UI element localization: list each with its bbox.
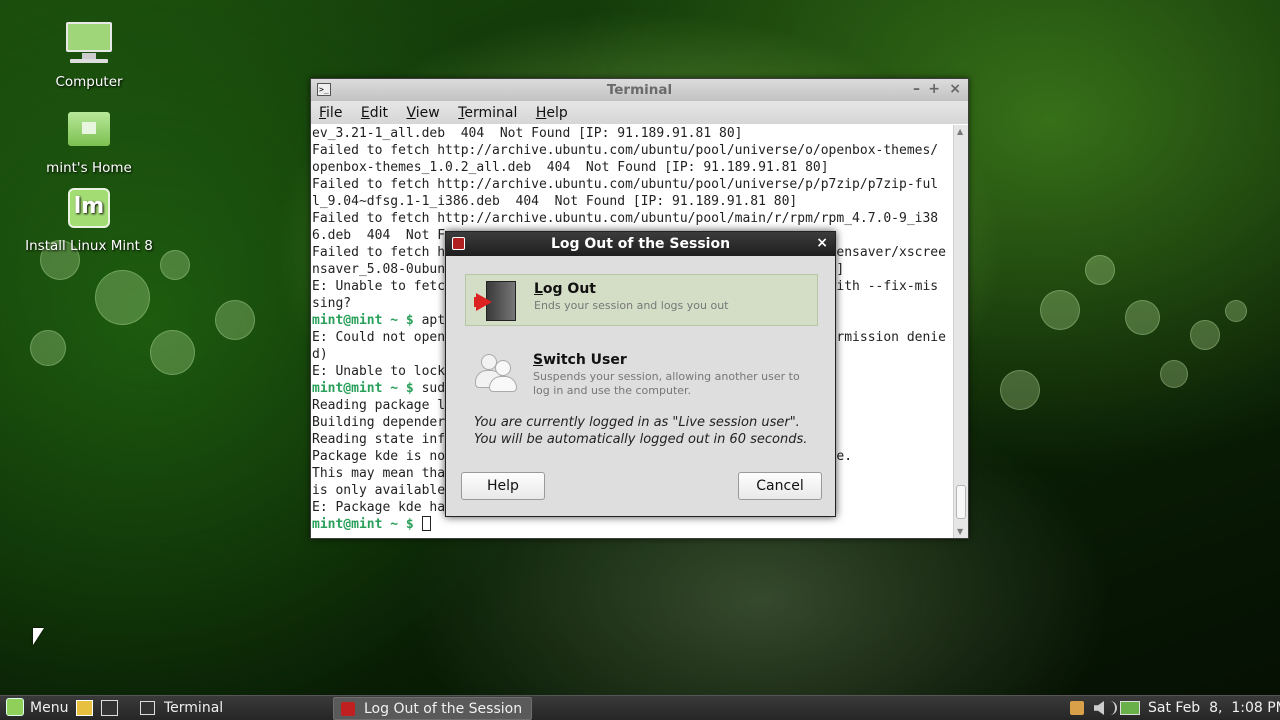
- users-icon: [473, 350, 519, 394]
- mint-menu-icon: [6, 698, 24, 716]
- wallpaper-bokeh: [1160, 360, 1188, 388]
- close-icon[interactable]: ×: [816, 235, 828, 251]
- session-message-line2: You will be automatically logged out in …: [474, 432, 808, 447]
- logout-dialog: Log Out of the Session × Log Out Ends yo…: [445, 231, 836, 517]
- logout-description: Ends your session and logs you out: [534, 299, 729, 312]
- menu-edit[interactable]: Edit: [361, 105, 388, 121]
- wallpaper-bokeh: [150, 330, 195, 375]
- scroll-up-icon[interactable]: ▲: [957, 127, 963, 136]
- desktop-icon-install[interactable]: lm Install Linux Mint 8: [19, 186, 159, 254]
- switch-user-description: Suspends your session, allowing another …: [533, 370, 800, 397]
- session-message-line1: You are currently logged in as "Live ses…: [474, 415, 800, 430]
- terminal-line: Failed to fetch http://archive.ubuntu.co…: [312, 177, 939, 192]
- display-icon[interactable]: [1120, 701, 1140, 715]
- terminal-icon: [140, 701, 155, 715]
- computer-icon: [64, 22, 114, 70]
- cancel-button-label: Cancel: [756, 478, 804, 494]
- cancel-button[interactable]: Cancel: [738, 472, 822, 500]
- wallpaper-bokeh: [1000, 370, 1040, 410]
- wallpaper-bokeh: [1085, 255, 1115, 285]
- mouse-pointer-icon: [33, 628, 44, 645]
- wallpaper-bokeh: [1040, 290, 1080, 330]
- terminal-line: Failed to fetch http://archive.ubuntu.co…: [312, 211, 939, 226]
- help-button-label: Help: [487, 478, 519, 494]
- home-folder-icon: [64, 108, 114, 156]
- shell-prompt: mint@mint ~ $: [312, 313, 414, 328]
- task-logout-dialog[interactable]: Log Out of the Session: [333, 697, 532, 720]
- wallpaper-bokeh: [1190, 320, 1220, 350]
- session-message: You are currently logged in as "Live ses…: [474, 414, 807, 448]
- task-label: Terminal: [164, 700, 224, 716]
- window-title: Terminal: [606, 82, 673, 98]
- terminal-line: ev_3.21-1_all.deb 404 Not Found [IP: 91.…: [312, 126, 743, 141]
- terminal-line: l_9.04~dfsg.1-1_i386.deb 404 Not Found […: [312, 194, 798, 209]
- wallpaper-bokeh: [1225, 300, 1247, 322]
- shell-prompt: mint@mint ~ $: [312, 517, 414, 532]
- scrollbar-thumb[interactable]: [956, 485, 966, 519]
- text-cursor: [421, 516, 431, 531]
- scroll-down-icon[interactable]: ▼: [957, 527, 963, 536]
- switch-user-label: Switch User: [533, 352, 627, 368]
- taskbar: Menu Terminal Log Out of the Session Sat…: [0, 695, 1280, 720]
- text-editor-launcher[interactable]: [76, 700, 93, 716]
- desktop-icon-label: Computer: [55, 74, 123, 90]
- terminal-menubar: File Edit View Terminal Help: [311, 101, 968, 124]
- task-label: Log Out of the Session: [364, 701, 523, 717]
- logout-label: Log Out: [534, 281, 596, 297]
- terminal-launcher-icon: [101, 700, 118, 716]
- shell-prompt: mint@mint ~ $: [312, 381, 414, 396]
- terminal-line: Failed to fetch http://archive.ubuntu.co…: [312, 143, 939, 158]
- menu-file[interactable]: File: [319, 105, 342, 121]
- menu-help[interactable]: Help: [536, 105, 568, 121]
- linux-mint-logo-icon: lm: [64, 186, 114, 234]
- clock[interactable]: Sat Feb 8, 1:08 PM: [1148, 696, 1280, 720]
- desktop-icon-computer[interactable]: Computer: [19, 22, 159, 90]
- wallpaper-bokeh: [215, 300, 255, 340]
- terminal-scrollbar[interactable]: ▲ ▼: [953, 125, 968, 538]
- help-button[interactable]: Help: [461, 472, 545, 500]
- network-icon[interactable]: [1108, 701, 1117, 715]
- dialog-titlebar[interactable]: Log Out of the Session ×: [446, 232, 835, 256]
- terminal-line: mint@mint ~ $: [312, 516, 954, 533]
- menu-label: Menu: [30, 700, 69, 716]
- lock-icon[interactable]: [1070, 701, 1084, 715]
- terminal-launcher[interactable]: [101, 700, 118, 716]
- desktop-icon-home[interactable]: mint's Home: [19, 108, 159, 176]
- logout-door-icon: [474, 279, 520, 323]
- desktop-icon-label: mint's Home: [46, 160, 132, 176]
- task-terminal[interactable]: Terminal: [134, 697, 330, 720]
- wallpaper-bokeh: [95, 270, 150, 325]
- wallpaper-bokeh: [1125, 300, 1160, 335]
- wallpaper-bokeh: [30, 330, 66, 366]
- switch-user-option[interactable]: Switch User Suspends your session, allow…: [465, 346, 818, 398]
- wallpaper-bokeh: [160, 250, 190, 280]
- logout-icon: [341, 702, 355, 716]
- minimize-icon[interactable]: –: [913, 81, 920, 97]
- logout-option[interactable]: Log Out Ends your session and logs you o…: [465, 274, 818, 326]
- terminal-titlebar[interactable]: >_ Terminal – + ×: [311, 79, 968, 101]
- menu-terminal[interactable]: Terminal: [458, 105, 517, 121]
- terminal-line: openbox-themes_1.0.2_all.deb 404 Not Fou…: [312, 160, 829, 175]
- close-icon[interactable]: ×: [949, 81, 961, 97]
- text-editor-icon: [76, 700, 93, 716]
- menu-button[interactable]: Menu: [6, 696, 68, 720]
- menu-view[interactable]: View: [406, 105, 439, 121]
- maximize-icon[interactable]: +: [928, 81, 940, 97]
- dialog-title: Log Out of the Session: [550, 236, 731, 252]
- volume-icon[interactable]: [1094, 701, 1104, 715]
- desktop-icon-label: Install Linux Mint 8: [25, 238, 153, 254]
